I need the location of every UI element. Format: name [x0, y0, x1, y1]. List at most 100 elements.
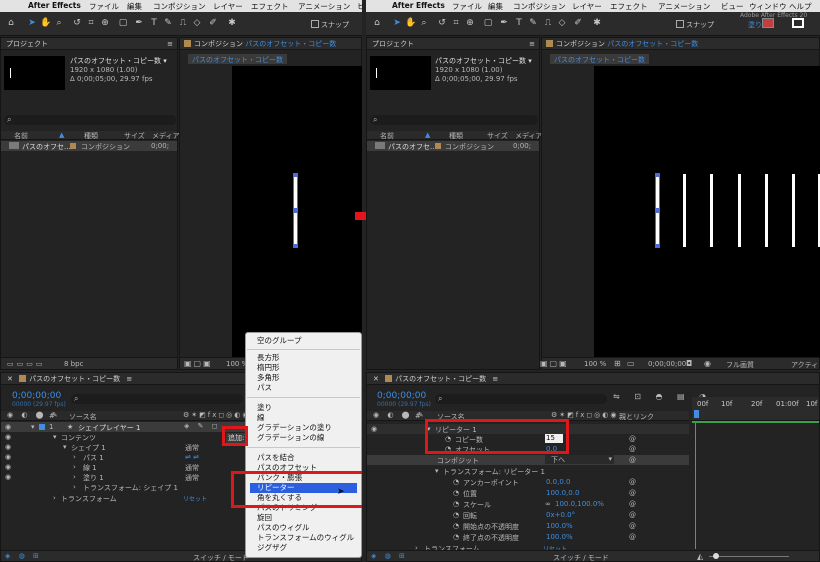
active-camera-dropdown[interactable]: アクティ — [791, 360, 818, 370]
current-time[interactable]: 0;00;00;00 — [12, 391, 61, 401]
pick-whip-icon[interactable]: @ — [629, 478, 636, 486]
switch-mode-toggle[interactable]: スイッチ / モード — [193, 553, 249, 562]
rectangle-tool-icon[interactable]: ▢ — [118, 18, 128, 28]
rotate-tool-icon[interactable]: ↺ — [437, 18, 447, 28]
pan-behind-tool-icon[interactable]: ⊕ — [465, 18, 475, 28]
viewer-current-time[interactable]: 0;00;00;00 — [648, 360, 686, 368]
transform-repeater-row[interactable]: ▾ トランスフォーム: リピーター 1 — [367, 466, 689, 476]
pick-whip-icon[interactable]: @ — [629, 500, 636, 508]
menu-item-zig-zag[interactable]: ジグザグ — [257, 543, 287, 553]
menu-item-path[interactable]: パス — [257, 383, 272, 393]
eye-icon[interactable]: ◉ — [371, 425, 377, 433]
fill-color-swatch[interactable] — [762, 18, 774, 28]
collapse-arrow-icon[interactable]: › — [53, 494, 56, 502]
rotate-tool-icon[interactable]: ↺ — [72, 18, 82, 28]
anchor-point[interactable] — [655, 208, 660, 213]
snap-checkbox[interactable] — [676, 20, 684, 28]
puppet-tool-icon[interactable]: ✱ — [592, 18, 602, 28]
clone-stamp-tool-icon[interactable]: ⎍ — [543, 18, 553, 28]
stopwatch-icon[interactable]: ◔ — [453, 489, 459, 497]
switch-icons[interactable]: ⚙✶◩fx◻◎◐◉ — [183, 411, 251, 419]
viewer-panel-tab[interactable]: コンポジション パスのオフセット・コピー数 — [542, 38, 819, 50]
collapse-arrow-icon[interactable]: › — [73, 463, 76, 471]
stopwatch-icon[interactable]: ◔ — [453, 511, 459, 519]
time-zoom-slider[interactable] — [709, 556, 789, 557]
path-mode-icons[interactable]: ⇌ ⇌ — [185, 453, 199, 461]
stopwatch-icon[interactable]: ◔ — [453, 522, 459, 530]
pick-whip-icon[interactable]: @ — [629, 456, 636, 464]
col-size[interactable]: サイズ — [124, 131, 145, 141]
mask-icon[interactable]: ▭ — [627, 359, 635, 368]
viewer-footer-icons[interactable]: ▣▢▣ — [184, 359, 213, 368]
menu-layer[interactable]: レイヤー — [213, 1, 243, 12]
stroke-color-swatch[interactable] — [792, 18, 804, 28]
viewer-footer-icons[interactable]: ▣▢▣ — [540, 359, 569, 368]
zoom-level[interactable]: 100 % — [584, 360, 606, 368]
composite-row[interactable]: コンポジット 下へ ▾ @ — [367, 455, 689, 465]
tab-menu-icon[interactable]: ≡ — [492, 375, 498, 383]
path-vertex-bottom[interactable] — [293, 244, 298, 248]
home-icon[interactable]: ⌂ — [6, 18, 16, 28]
anchor-row[interactable]: ◔ アンカーポイント 0.0,0.0 @ — [367, 477, 689, 487]
pick-whip-icon[interactable]: @ — [629, 533, 636, 541]
sort-icon[interactable]: ▲ — [59, 131, 64, 139]
menu-animation[interactable]: アニメーション — [658, 1, 710, 12]
project-footer-icons[interactable]: ▭▭▭▭ — [7, 360, 57, 368]
sort-icon[interactable]: ▲ — [425, 131, 430, 139]
playhead-line[interactable] — [695, 421, 696, 549]
lock-icon[interactable] — [184, 40, 191, 47]
project-search-input[interactable]: ⌕ — [4, 115, 176, 125]
end-opacity-value[interactable]: 100.0% — [546, 533, 573, 541]
eraser-tool-icon[interactable]: ◇ — [557, 18, 567, 28]
pen-tool-icon[interactable]: ✒ — [499, 18, 509, 28]
grid-icon[interactable]: ⊞ — [614, 359, 621, 368]
stopwatch-icon[interactable]: ◔ — [453, 533, 459, 541]
scale-row[interactable]: ◔ スケール ∞ 100.0,100.0% @ — [367, 499, 689, 509]
path-vertex-bottom[interactable] — [655, 244, 660, 248]
resolution-dropdown[interactable]: フル画質 — [726, 360, 754, 370]
viewer-subtab[interactable]: パスのオフセット・コピー数 — [188, 54, 287, 64]
menu-item-twist[interactable]: 旋回 — [257, 513, 272, 523]
position-value[interactable]: 100.0,0.0 — [546, 489, 579, 497]
timeline-footer-icons[interactable]: ◈ ◍ ⊞ — [371, 552, 408, 560]
menu-composition[interactable]: コンポジション — [513, 1, 566, 12]
panel-menu-icon[interactable]: ≡ — [167, 38, 173, 49]
menu-view[interactable]: ビュー — [721, 1, 744, 12]
project-panel-tab[interactable]: プロジェクト ≡ — [367, 38, 539, 50]
brush-tool-icon[interactable]: ✎ — [163, 18, 173, 28]
camera-tool-icon[interactable]: ⌗ — [451, 18, 461, 28]
playhead-handle[interactable] — [694, 410, 699, 418]
project-item-row[interactable]: パスのオフセ... コンポジション 0;00; — [1, 141, 177, 151]
current-time[interactable]: 0;00;00;00 — [377, 391, 426, 401]
col-kind[interactable]: 種類 — [84, 131, 98, 141]
zoom-out-icon[interactable]: ◭ — [697, 552, 703, 561]
rotation-row[interactable]: ◔ 回転 0x+0.0° @ — [367, 510, 689, 520]
menu-item-merge-paths[interactable]: パスを結合 — [257, 453, 295, 463]
rotation-value[interactable]: 0x+0.0° — [546, 511, 575, 519]
viewer-subtab[interactable]: パスのオフセット・コピー数 — [550, 54, 649, 64]
col-media[interactable]: メディア — [515, 131, 543, 141]
snap-checkbox[interactable] — [311, 20, 319, 28]
expand-arrow-icon[interactable]: ▾ — [31, 423, 35, 431]
expand-arrow-icon[interactable]: ▾ — [63, 443, 67, 451]
zoom-tool-icon[interactable]: ⌕ — [419, 18, 429, 28]
timeline-footer-icons[interactable]: ◈ ◍ ⊞ — [5, 552, 42, 560]
lock-icon[interactable] — [546, 40, 553, 47]
pick-whip-icon[interactable]: @ — [629, 522, 636, 530]
type-tool-icon[interactable]: T — [149, 18, 159, 28]
pick-whip-icon[interactable]: @ — [629, 489, 636, 497]
col-source-name[interactable]: ソース名 — [69, 412, 97, 422]
eye-icon[interactable]: ◉ — [5, 453, 11, 461]
stopwatch-icon[interactable]: ◔ — [453, 478, 459, 486]
col-name[interactable]: 名前 — [14, 131, 28, 141]
camera-tool-icon[interactable]: ⌗ — [86, 18, 96, 28]
selection-tool-icon[interactable]: ➤ — [392, 18, 402, 28]
snapshot-camera-icon[interactable]: ◘ — [686, 359, 692, 368]
type-tool-icon[interactable]: T — [514, 18, 524, 28]
eye-icon[interactable]: ◉ — [5, 443, 11, 451]
menu-help[interactable]: ヘルプ — [789, 1, 812, 12]
start-opacity-value[interactable]: 100.0% — [546, 522, 573, 530]
hand-tool-icon[interactable]: ✋ — [40, 18, 51, 28]
col-media[interactable]: メディア — [152, 131, 180, 141]
switch-mode-toggle[interactable]: スイッチ / モード — [553, 553, 609, 562]
